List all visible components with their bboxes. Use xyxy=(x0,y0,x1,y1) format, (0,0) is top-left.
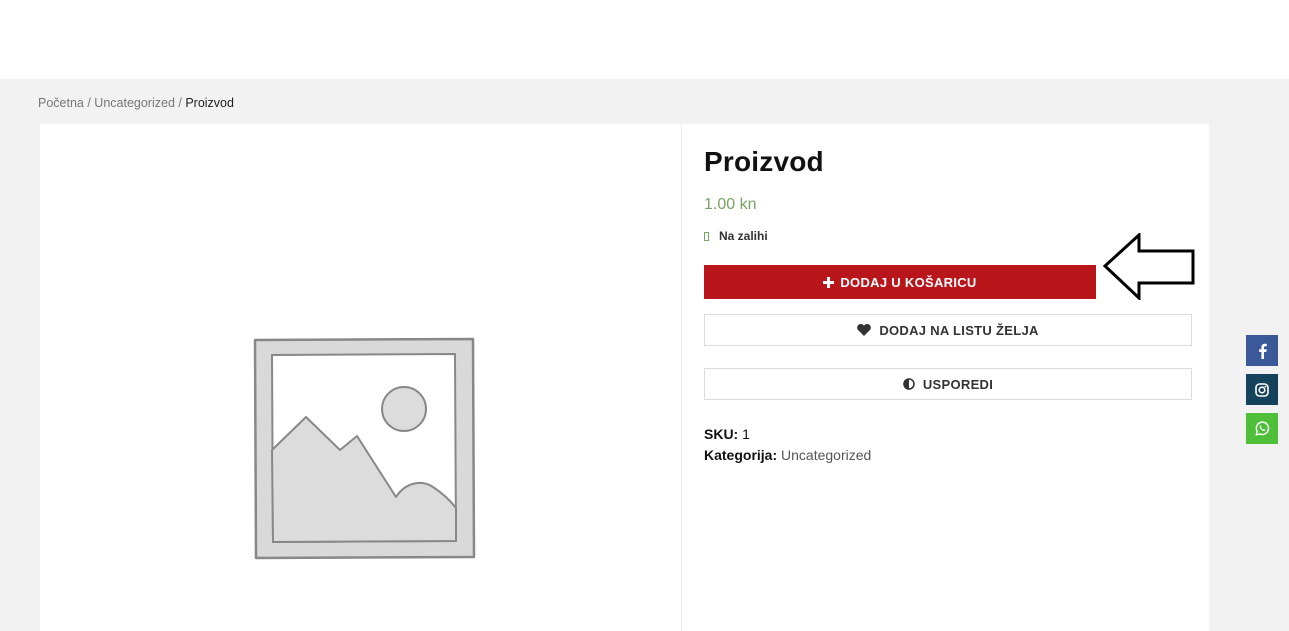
add-to-wishlist-button[interactable]: DODAJ NA LISTU ŽELJA xyxy=(704,314,1192,346)
facebook-button[interactable] xyxy=(1246,335,1278,366)
breadcrumb-separator: / xyxy=(174,96,186,110)
breadcrumb-home-link[interactable]: Početna xyxy=(38,96,84,110)
category-label: Kategorija: xyxy=(704,447,778,463)
half-circle-icon xyxy=(903,378,915,390)
product-gallery xyxy=(40,124,682,631)
left-arrow-outline xyxy=(1102,233,1195,300)
sku-value: 1 xyxy=(742,426,750,442)
category-row: Kategorija: Uncategorized xyxy=(704,445,871,466)
breadcrumb-separator: / xyxy=(83,96,95,110)
product-card: Proizvod 1.00 kn Na zalihi DODAJ U KOŠAR… xyxy=(40,124,1209,631)
stock-status-label: Na zalihi xyxy=(719,229,768,243)
sku-row: SKU: 1 xyxy=(704,424,871,445)
add-to-cart-label: DODAJ U KOŠARICU xyxy=(840,274,977,290)
breadcrumb-category-link[interactable]: Uncategorized xyxy=(94,96,175,110)
sku-label: SKU: xyxy=(704,426,739,442)
image-placeholder-icon[interactable] xyxy=(250,335,480,565)
product-meta: SKU: 1 Kategorija: Uncategorized xyxy=(704,424,871,466)
compare-label: USPOREDI xyxy=(922,376,994,392)
social-share-bar xyxy=(1246,335,1278,452)
product-summary: Proizvod 1.00 kn Na zalihi DODAJ U KOŠAR… xyxy=(704,124,1194,631)
whatsapp-icon xyxy=(1255,421,1269,436)
category-link[interactable]: Uncategorized xyxy=(781,447,871,463)
site-header xyxy=(0,0,1289,79)
plus-icon xyxy=(823,276,835,288)
instagram-button[interactable] xyxy=(1246,374,1278,405)
heart-icon xyxy=(857,324,872,336)
add-to-wishlist-label: DODAJ NA LISTU ŽELJA xyxy=(879,322,1039,338)
compare-button[interactable]: USPOREDI xyxy=(704,368,1192,400)
instagram-icon xyxy=(1255,382,1269,397)
product-title: Proizvod xyxy=(704,146,824,177)
facebook-icon xyxy=(1258,343,1267,359)
check-icon xyxy=(704,231,709,241)
stock-status: Na zalihi xyxy=(704,229,768,243)
product-price: 1.00 kn xyxy=(704,196,757,213)
breadcrumb: Početna / Uncategorized / Proizvod xyxy=(38,96,234,110)
add-to-cart-button[interactable]: DODAJ U KOŠARICU xyxy=(704,265,1096,299)
whatsapp-button[interactable] xyxy=(1246,413,1278,444)
breadcrumb-current: Proizvod xyxy=(185,96,234,110)
